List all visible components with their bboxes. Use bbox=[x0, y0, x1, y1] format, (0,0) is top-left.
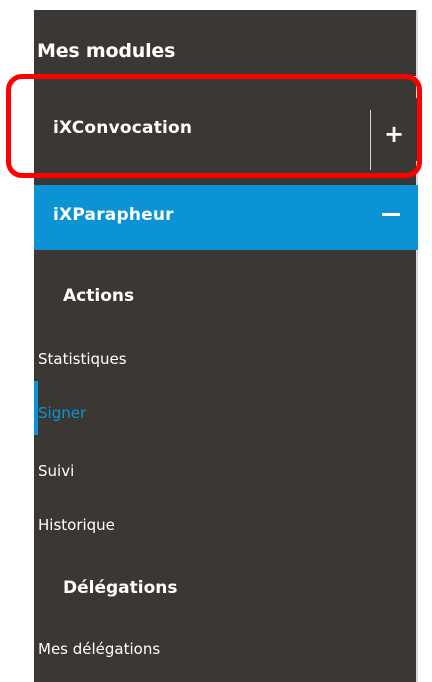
module-ixconvocation[interactable]: iXConvocation + bbox=[34, 98, 418, 170]
menu-item-signer[interactable]: Signer bbox=[34, 394, 418, 434]
menu-item-label: Suivi bbox=[38, 462, 75, 480]
section-actions-title: Actions bbox=[63, 286, 135, 306]
module-label: iXParapheur bbox=[53, 205, 174, 225]
menu-item-label: Signer bbox=[38, 404, 87, 422]
section-delegations-title: Délégations bbox=[63, 578, 178, 598]
menu-item-statistiques[interactable]: Statistiques bbox=[34, 340, 418, 380]
active-item-marker bbox=[34, 381, 38, 435]
expand-icon[interactable]: + bbox=[384, 122, 404, 146]
menu-item-historique[interactable]: Historique bbox=[34, 506, 418, 546]
module-ixparapheur[interactable]: iXParapheur bbox=[34, 185, 418, 250]
menu-item-mes-delegations[interactable]: Mes délégations bbox=[34, 630, 418, 670]
page: Mes modules iXConvocation + iXParapheur … bbox=[0, 0, 432, 682]
sidebar: Mes modules iXConvocation + iXParapheur … bbox=[34, 10, 418, 682]
menu-item-label: Statistiques bbox=[38, 350, 127, 368]
title-divider bbox=[34, 76, 418, 77]
menu-item-label: Historique bbox=[38, 516, 115, 534]
module-divider bbox=[370, 110, 371, 170]
collapse-icon[interactable] bbox=[382, 213, 400, 216]
sidebar-title: Mes modules bbox=[37, 40, 176, 62]
menu-item-suivi[interactable]: Suivi bbox=[34, 452, 418, 492]
menu-item-label: Mes délégations bbox=[38, 640, 161, 658]
module-label: iXConvocation bbox=[53, 118, 193, 138]
